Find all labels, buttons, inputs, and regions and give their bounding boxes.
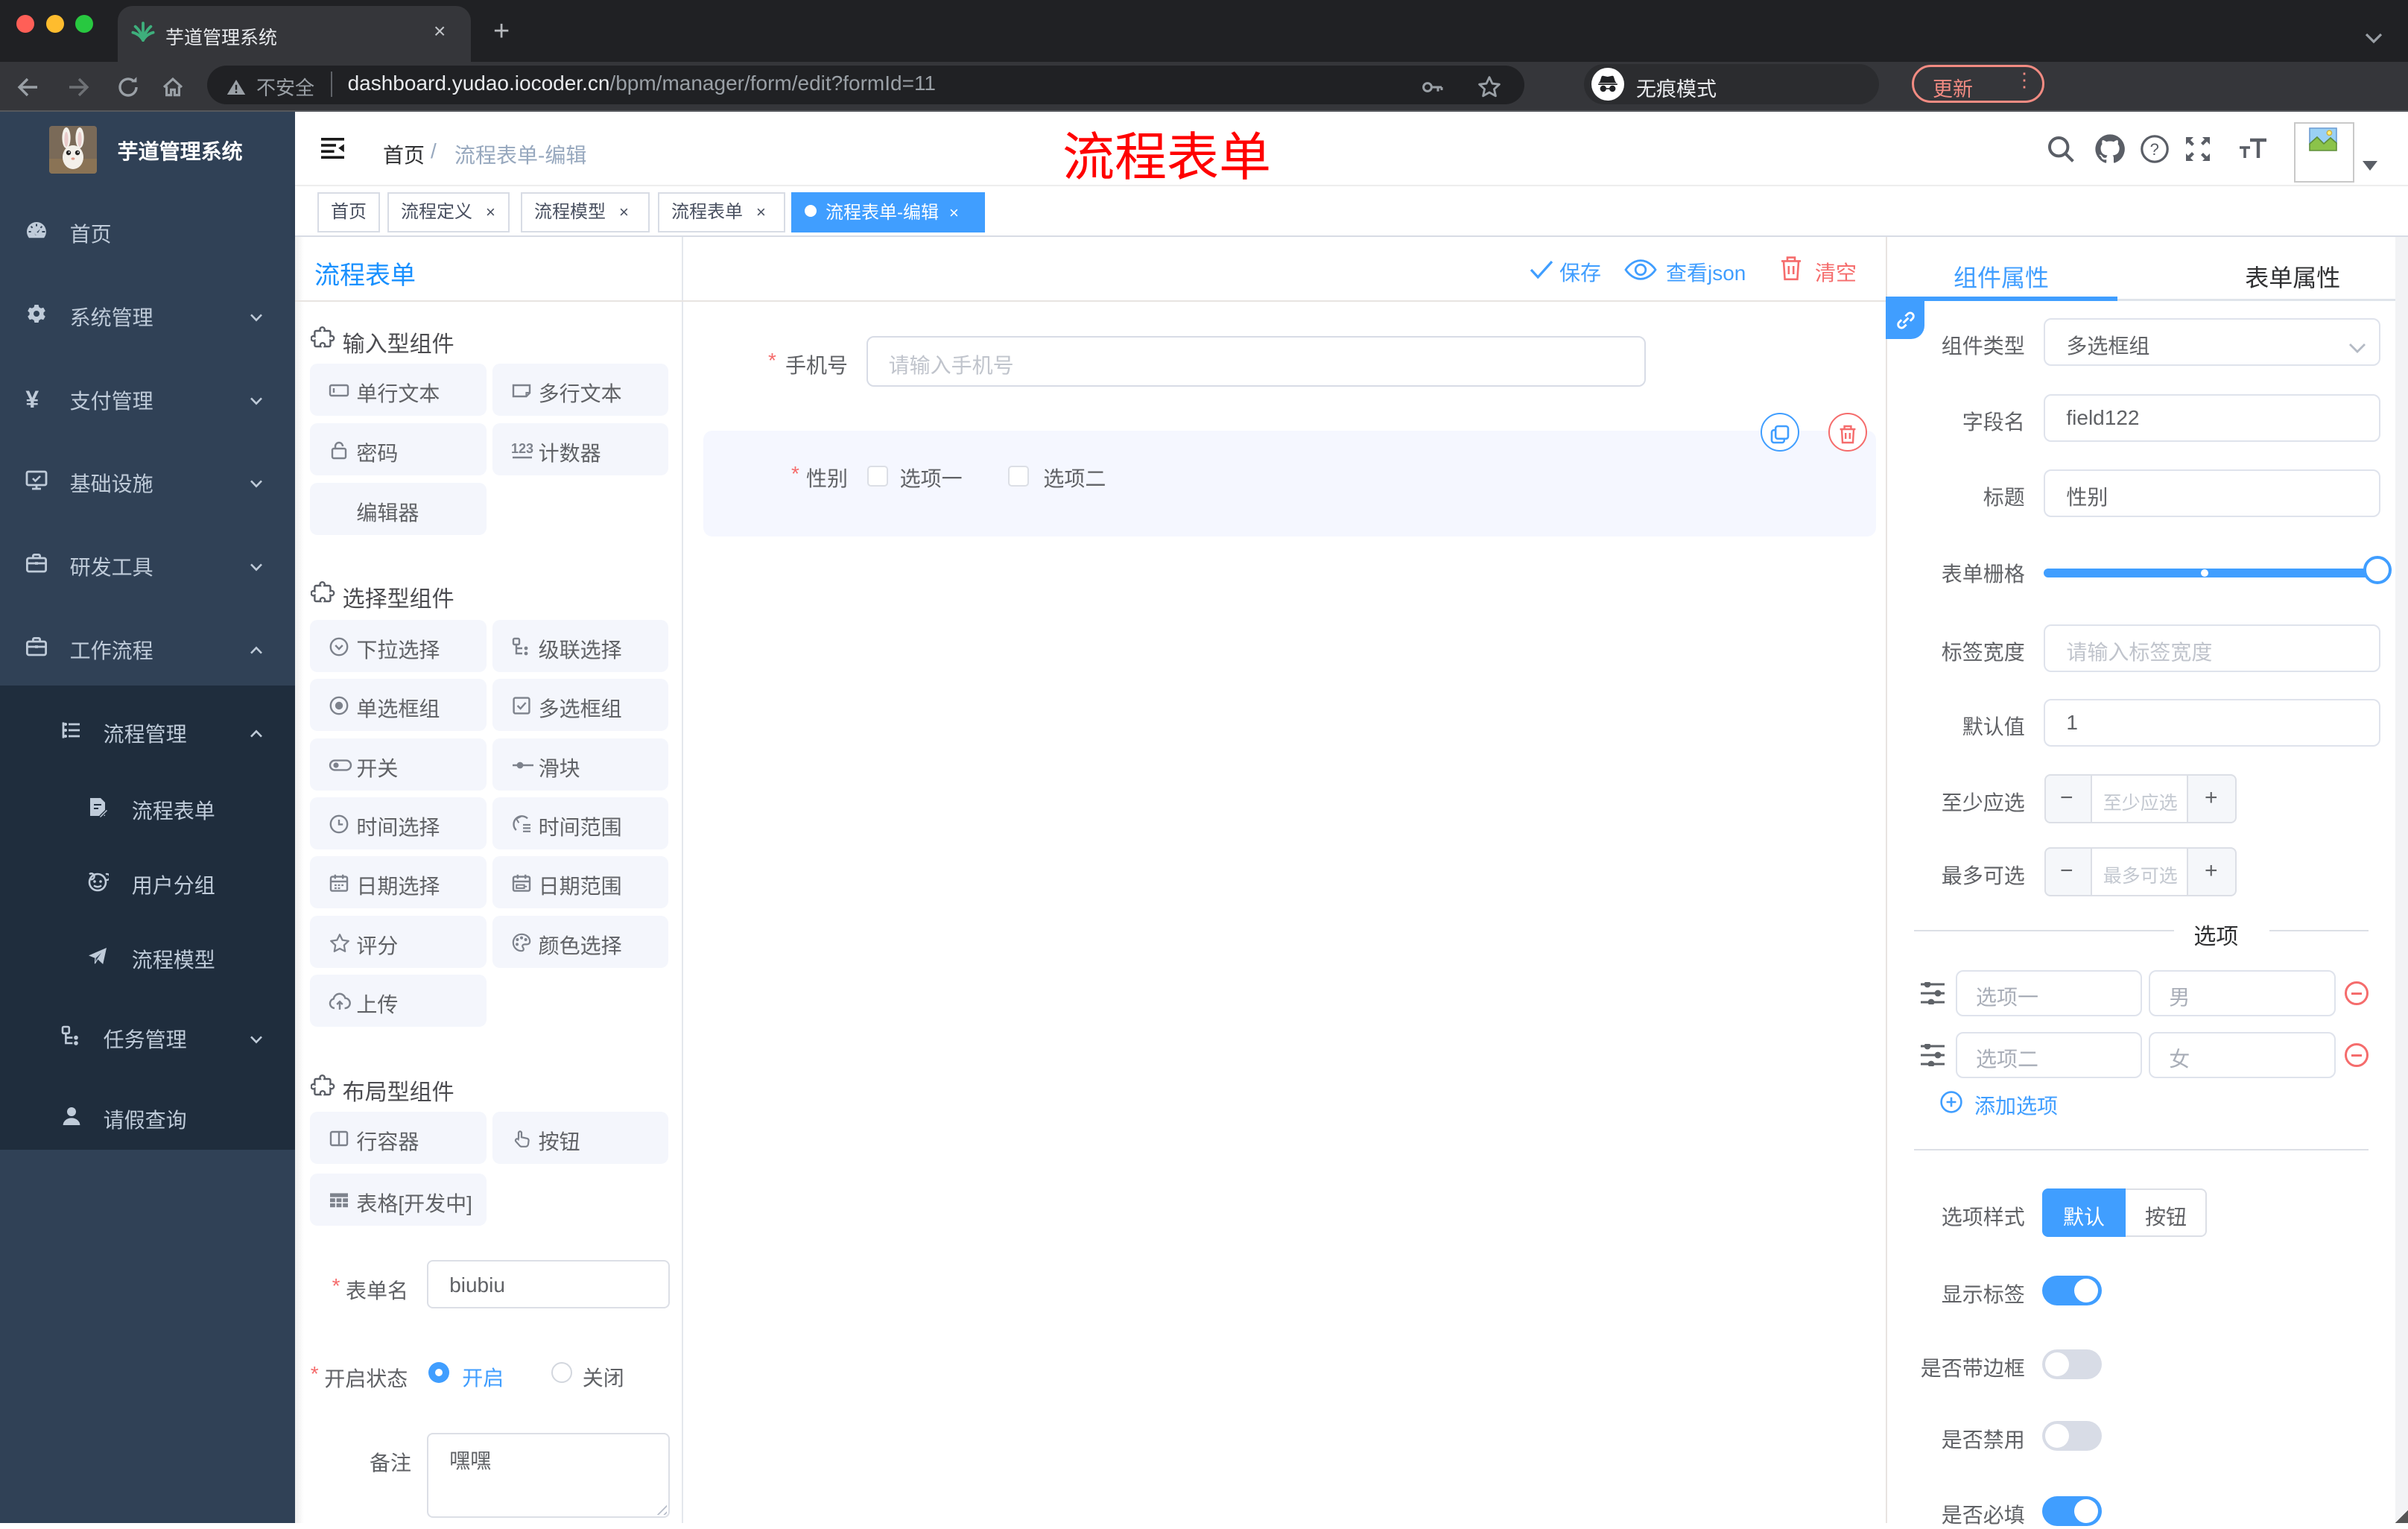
svg-text:123: 123 bbox=[511, 441, 533, 456]
svg-text:?: ? bbox=[2150, 140, 2159, 159]
